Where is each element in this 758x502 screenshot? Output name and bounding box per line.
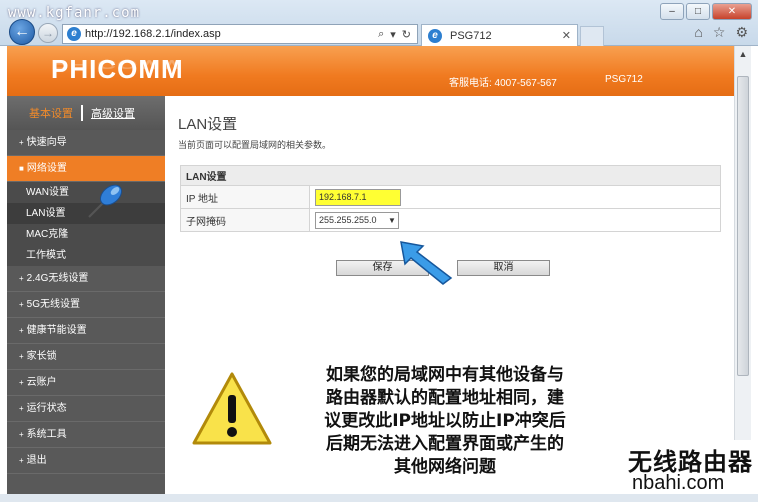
section-header: LAN设置 bbox=[180, 165, 721, 186]
browser-chrome: www.kgfanr.com – □ ✕ ← → e http://192.16… bbox=[0, 0, 758, 46]
page-description: 当前页面可以配置局域网的相关参数。 bbox=[178, 140, 332, 150]
ip-address-input[interactable]: 192.168.7.1 bbox=[315, 188, 401, 206]
address-url[interactable]: http://192.168.2.1/index.asp bbox=[85, 28, 378, 40]
ip-label: IP 地址 bbox=[180, 185, 310, 209]
window-controls: – □ ✕ bbox=[660, 3, 752, 20]
pointer-arrow-icon bbox=[400, 241, 453, 285]
page-title: LAN设置 bbox=[178, 116, 238, 133]
page-viewport: PHICOMM PHICOMM 客服电话: 4007-567-567 PSG71… bbox=[7, 46, 734, 494]
sidebar: 基本设置 高级设置 + 快速向导 ■ 网络设置 WAN设置 LAN设置 MAC克隆 … bbox=[7, 96, 165, 494]
corner-watermark: 无线路由器 nbahi.com bbox=[620, 440, 758, 502]
tab-advanced-settings[interactable]: 高级设置 bbox=[91, 105, 135, 121]
sidebar-item-wifi-5g[interactable]: +5G无线设置 bbox=[7, 292, 165, 318]
sidebar-mode-switch: 基本设置 高级设置 bbox=[7, 96, 165, 130]
home-icon[interactable]: ⌂ bbox=[694, 24, 702, 41]
subnet-mask-select[interactable]: 255.255.255.0 ▼ bbox=[315, 211, 399, 229]
address-bar[interactable]: e http://192.168.2.1/index.asp ⌕ ▾ ↻ bbox=[62, 24, 418, 44]
sidebar-sub-mac-clone[interactable]: MAC克隆 bbox=[7, 224, 165, 245]
refresh-icon[interactable]: ↻ bbox=[402, 28, 411, 41]
warning-icon bbox=[192, 372, 272, 445]
router-header: PHICOMM PHICOMM 客服电话: 4007-567-567 PSG71… bbox=[7, 46, 734, 96]
maximize-button[interactable]: □ bbox=[686, 3, 710, 20]
minimize-button[interactable]: – bbox=[660, 3, 684, 20]
sidebar-item-logout[interactable]: + 退出 bbox=[7, 448, 165, 474]
ie-icon: e bbox=[67, 27, 81, 41]
cancel-button[interactable]: 取消 bbox=[457, 260, 550, 276]
site-watermark: www.kgfanr.com bbox=[8, 5, 141, 21]
search-icon[interactable]: ⌕ bbox=[378, 28, 384, 41]
model-name: PSG712 bbox=[605, 74, 643, 85]
logo-reflection: PHICOMM bbox=[51, 57, 184, 72]
tab-basic-settings[interactable]: 基本设置 bbox=[29, 105, 73, 121]
chevron-down-icon: ▼ bbox=[388, 215, 396, 225]
mask-label: 子网掩码 bbox=[180, 208, 310, 232]
close-window-button[interactable]: ✕ bbox=[712, 3, 752, 20]
tab-close-icon[interactable]: ✕ bbox=[562, 29, 571, 42]
watermark-en: nbahi.com bbox=[632, 472, 725, 494]
sidebar-item-quick-wizard[interactable]: + 快速向导 bbox=[7, 130, 165, 156]
new-tab-button[interactable] bbox=[580, 26, 604, 46]
scroll-up-icon[interactable]: ▲ bbox=[735, 46, 751, 62]
back-arrow-icon[interactable]: ← bbox=[9, 19, 35, 45]
browser-tab[interactable]: e PSG712 ✕ bbox=[421, 24, 578, 46]
lan-form: LAN设置 IP 地址 192.168.7.1 子网掩码 255.255.255… bbox=[180, 165, 721, 232]
hotline-text: 客服电话: 4007-567-567 bbox=[449, 78, 557, 89]
divider bbox=[81, 105, 83, 121]
tab-ie-icon: e bbox=[428, 28, 442, 43]
vertical-scrollbar[interactable]: ▲ bbox=[734, 46, 751, 494]
sidebar-item-parental[interactable]: + 家长锁 bbox=[7, 344, 165, 370]
sidebar-item-tools[interactable]: + 系统工具 bbox=[7, 422, 165, 448]
sidebar-item-status[interactable]: + 运行状态 bbox=[7, 396, 165, 422]
dropdown-icon[interactable]: ▾ bbox=[390, 28, 396, 41]
pushpin-icon bbox=[88, 184, 123, 218]
sidebar-item-cloud[interactable]: + 云账户 bbox=[7, 370, 165, 396]
annotation-note: 如果您的局域网中有其他设备与 路由器默认的配置地址相同，建 议更改此IP地址以防… bbox=[324, 365, 566, 477]
sidebar-item-network[interactable]: ■ 网络设置 bbox=[7, 156, 165, 182]
sidebar-item-wifi-24g[interactable]: +2.4G无线设置 bbox=[7, 266, 165, 292]
forward-arrow-icon[interactable]: → bbox=[38, 23, 58, 43]
favorites-star-icon[interactable]: ☆ bbox=[713, 24, 726, 41]
sidebar-sub-work-mode[interactable]: 工作模式 bbox=[7, 245, 165, 266]
tab-title: PSG712 bbox=[450, 29, 492, 42]
sidebar-item-eco[interactable]: + 健康节能设置 bbox=[7, 318, 165, 344]
gear-icon[interactable]: ⚙ bbox=[735, 24, 748, 41]
status-bar bbox=[0, 494, 758, 502]
scroll-thumb[interactable] bbox=[737, 76, 749, 376]
